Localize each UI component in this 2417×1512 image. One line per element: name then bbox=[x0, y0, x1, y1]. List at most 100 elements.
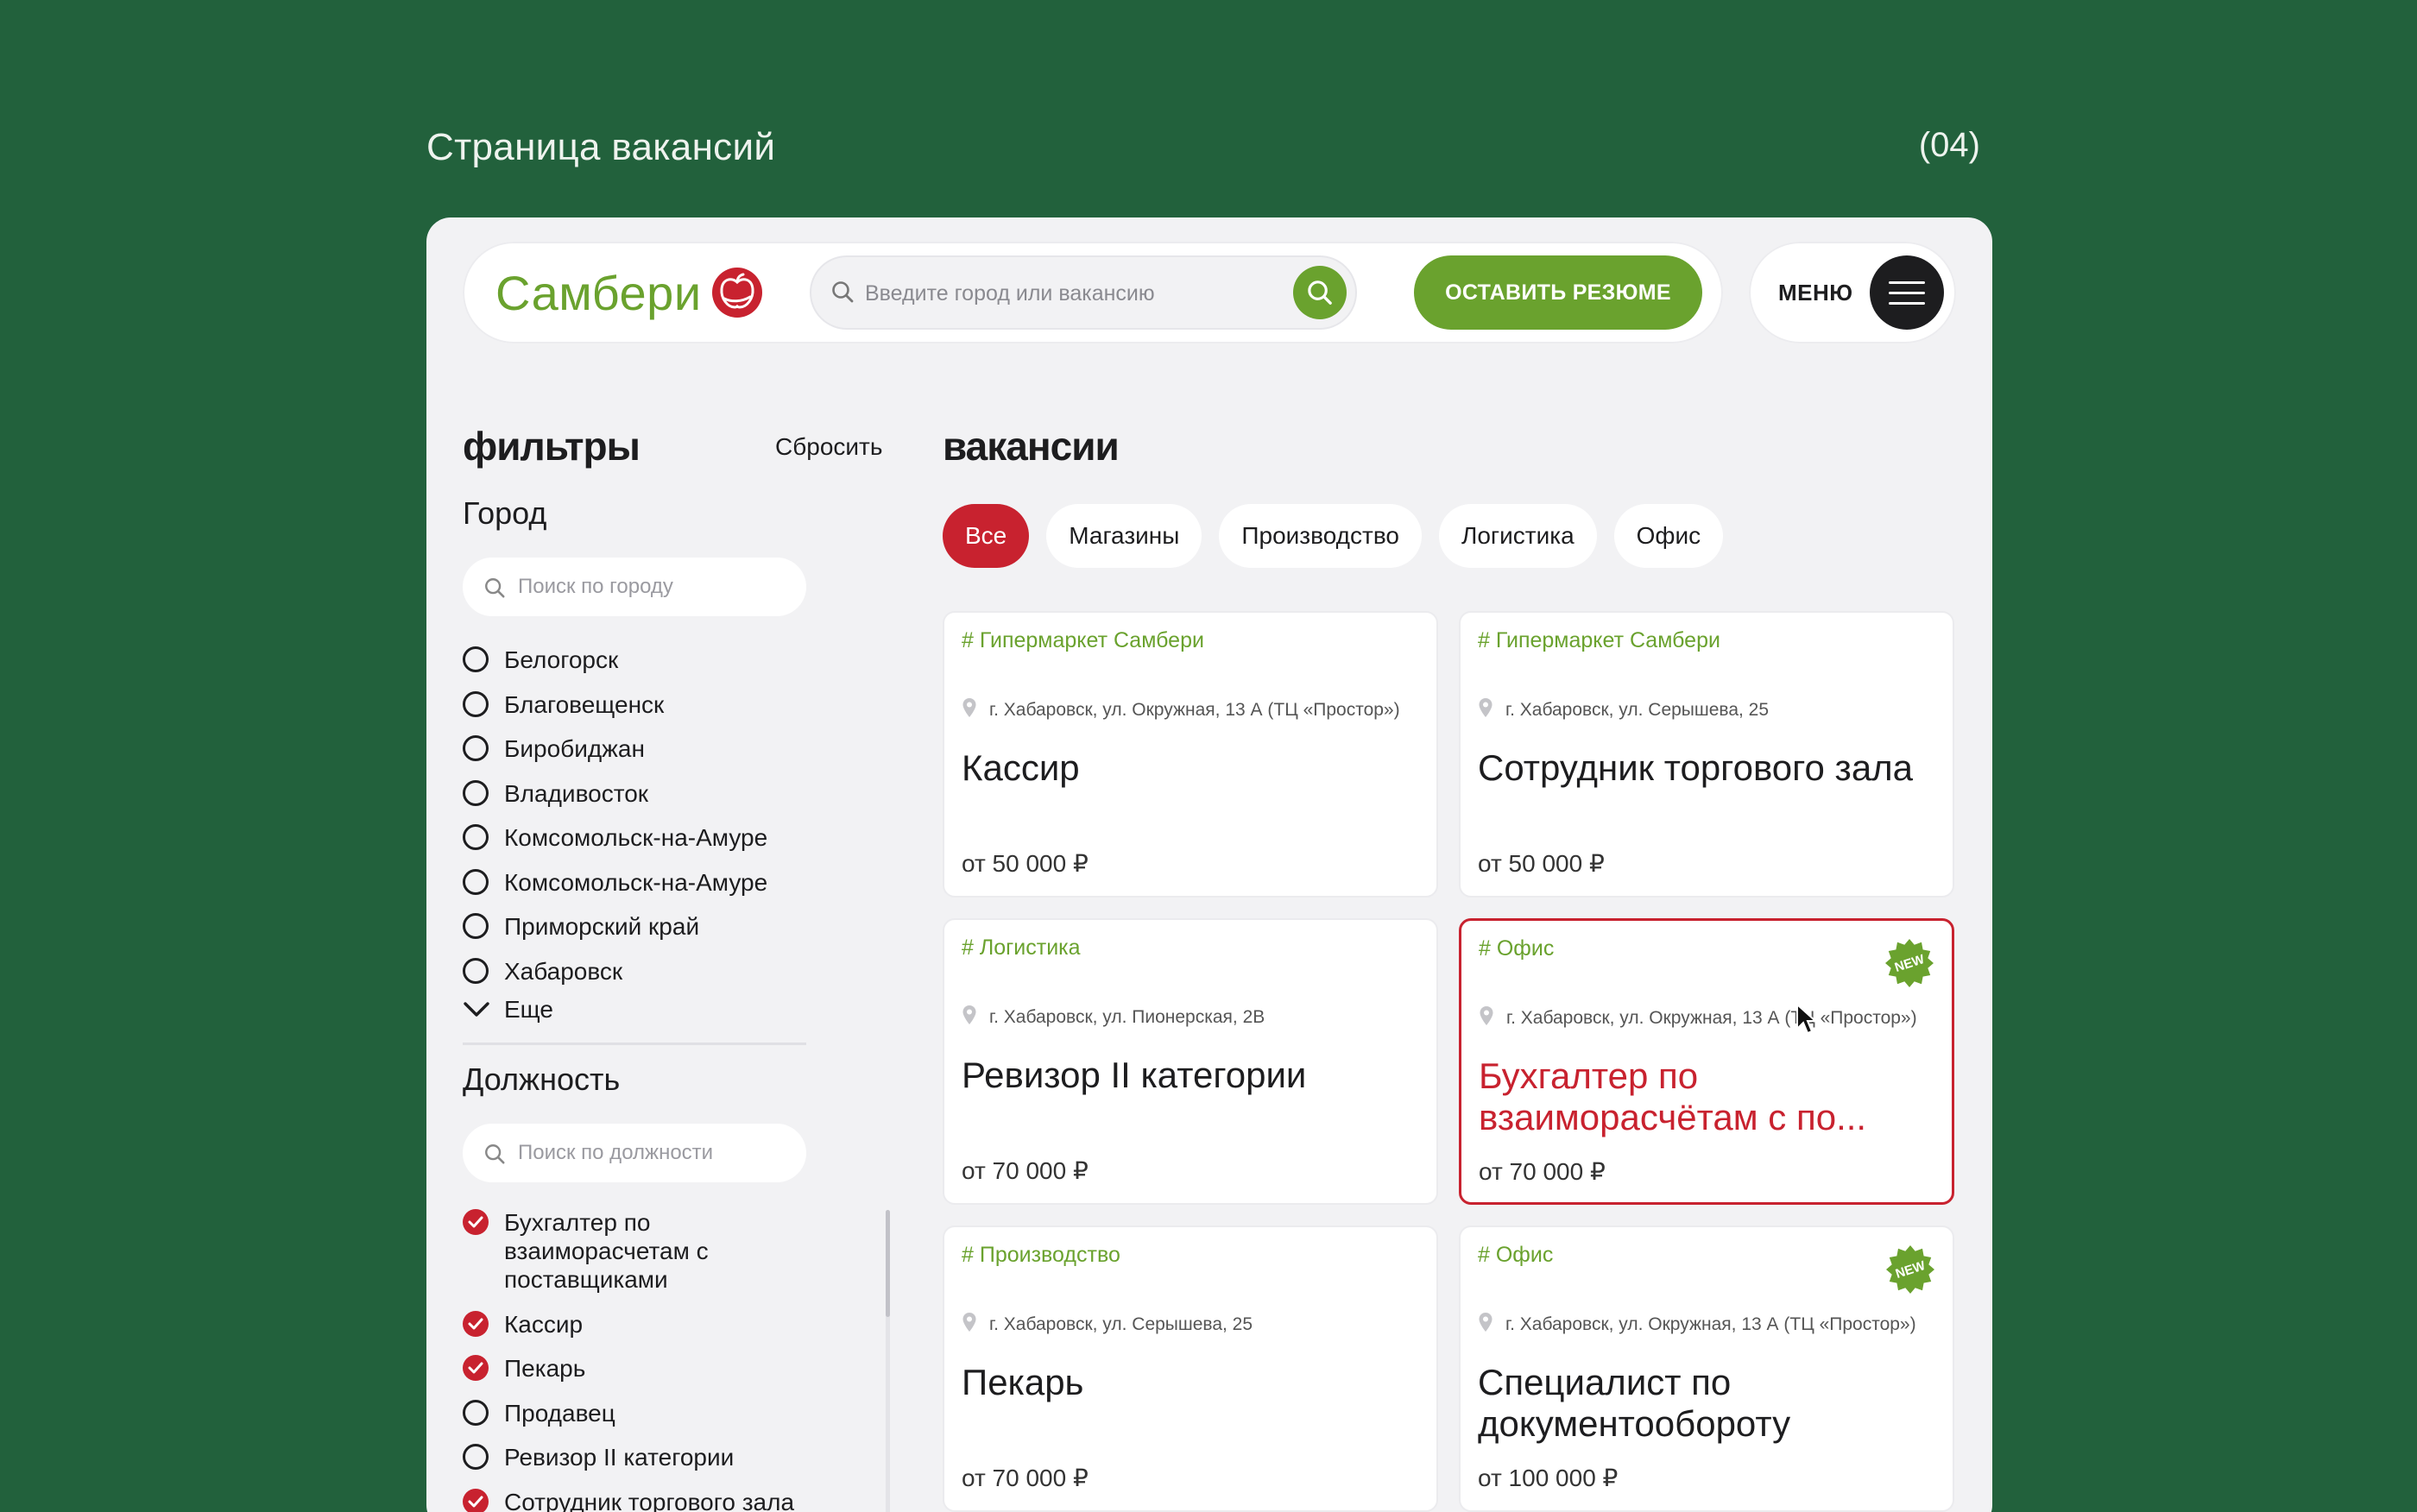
vacancy-title[interactable]: Бухгалтер по взаиморасчётам с по... bbox=[1479, 1055, 1936, 1138]
checked-icon bbox=[463, 1310, 489, 1337]
city-search bbox=[463, 558, 806, 616]
location-pin-icon bbox=[962, 1005, 977, 1030]
vacancy-address: г. Хабаровск, ул. Окружная, 13 А (ТЦ «Пр… bbox=[962, 697, 1400, 723]
logo[interactable]: Самбери bbox=[495, 264, 762, 321]
city-option[interactable]: Приморский край bbox=[463, 912, 806, 941]
unchecked-icon bbox=[463, 1399, 489, 1426]
location-pin-icon bbox=[1478, 697, 1493, 723]
leave-resume-button[interactable]: ОСТАВИТЬ РЕЗЮМЕ bbox=[1414, 255, 1702, 330]
chip-0[interactable]: Все bbox=[943, 504, 1030, 568]
vacancy-card[interactable]: # Производство г. Хабаровск, ул. Серышева… bbox=[943, 1225, 1438, 1512]
position-option[interactable]: Пекарь bbox=[463, 1354, 860, 1383]
radio-icon bbox=[463, 913, 489, 939]
vacancy-card[interactable]: # Гипермаркет Самбери г. Хабаровск, ул. О… bbox=[943, 611, 1438, 898]
browser-frame: Самбери ОСТАВИТЬ РЕЗЮМЕ МЕНЮ фильтры bbox=[426, 217, 1992, 1512]
filters-title: фильтры bbox=[463, 424, 641, 469]
vacancy-salary: от 50 000 ₽ bbox=[1478, 850, 1605, 877]
filters-divider bbox=[463, 1043, 806, 1045]
header-search bbox=[810, 255, 1357, 330]
unchecked-icon bbox=[463, 1444, 489, 1470]
radio-icon bbox=[463, 957, 489, 984]
position-option[interactable]: Продавец bbox=[463, 1399, 860, 1427]
vacancy-address: г. Хабаровск, ул. Окружная, 13 А (ТЦ «Пр… bbox=[1479, 1005, 1917, 1031]
vacancy-card[interactable]: # Гипермаркет Самбери г. Хабаровск, ул. С… bbox=[1459, 611, 1954, 898]
logo-text: Самбери bbox=[495, 265, 702, 320]
city-option[interactable]: Благовещенск bbox=[463, 690, 806, 719]
header-bar: Самбери ОСТАВИТЬ РЕЗЮМЕ bbox=[463, 242, 1723, 343]
vacancy-title[interactable]: Ревизор II категории bbox=[962, 1055, 1419, 1096]
location-pin-icon bbox=[962, 697, 977, 723]
vacancy-title[interactable]: Сотрудник торгового зала bbox=[1478, 747, 1935, 789]
vacancy-tag[interactable]: # Гипермаркет Самбери bbox=[1478, 628, 1720, 653]
chip-4[interactable]: Офис bbox=[1613, 504, 1724, 568]
apple-logo-icon bbox=[711, 268, 762, 318]
checked-icon bbox=[463, 1355, 489, 1381]
position-list: Бухгалтер по взаиморасчетам с поставщика… bbox=[463, 1208, 860, 1512]
radio-icon bbox=[463, 824, 489, 850]
show-more-cities[interactable]: Еще bbox=[463, 996, 553, 1024]
new-badge-icon: NEW bbox=[1884, 938, 1934, 988]
cursor-icon bbox=[1796, 1003, 1818, 1035]
vacancy-salary: от 50 000 ₽ bbox=[962, 850, 1089, 877]
vacancy-address: г. Хабаровск, ул. Серышева, 25 bbox=[962, 1312, 1253, 1338]
search-icon bbox=[483, 1143, 506, 1169]
slide-number: (04) bbox=[1918, 126, 1980, 164]
radio-icon bbox=[463, 735, 489, 761]
city-list: Белогорск Благовещенск Биробиджан Владив… bbox=[463, 646, 806, 1001]
vacancy-tag[interactable]: # Производство bbox=[962, 1243, 1120, 1268]
position-option[interactable]: Кассир bbox=[463, 1310, 860, 1339]
vacancy-title[interactable]: Специалист по документообороту bbox=[1478, 1362, 1935, 1445]
vacancy-card[interactable]: # Офис г. Хабаровск, ул. Окружная, 13 А (… bbox=[1459, 1225, 1954, 1512]
position-filter-label: Должность bbox=[463, 1062, 621, 1097]
city-option[interactable]: Биробиджан bbox=[463, 734, 806, 763]
vacancies-title: вакансии bbox=[943, 424, 1120, 469]
search-submit-button[interactable] bbox=[1293, 266, 1347, 319]
radio-icon bbox=[463, 690, 489, 717]
vacancy-salary: от 70 000 ₽ bbox=[962, 1465, 1089, 1491]
location-pin-icon bbox=[1479, 1005, 1494, 1031]
reset-filters-link[interactable]: Сбросить bbox=[775, 433, 882, 461]
vacancy-grid: # Гипермаркет Самбери г. Хабаровск, ул. О… bbox=[943, 611, 1956, 1512]
location-pin-icon bbox=[1478, 1312, 1493, 1338]
search-input[interactable] bbox=[865, 276, 1279, 311]
vacancy-salary: от 70 000 ₽ bbox=[1479, 1158, 1606, 1185]
city-option[interactable]: Комсомольск-на-Амуре bbox=[463, 823, 806, 852]
checked-icon bbox=[463, 1209, 489, 1235]
vacancy-address: г. Хабаровск, ул. Окружная, 13 А (ТЦ «Пр… bbox=[1478, 1312, 1916, 1338]
radio-icon bbox=[463, 646, 489, 672]
city-option[interactable]: Комсомольск-на-Амуре bbox=[463, 868, 806, 897]
search-icon bbox=[830, 280, 855, 308]
position-option[interactable]: Сотрудник торгового зала bbox=[463, 1488, 860, 1512]
chevron-down-icon bbox=[464, 1002, 489, 1017]
chip-3[interactable]: Логистика bbox=[1438, 504, 1597, 568]
chip-1[interactable]: Магазины bbox=[1046, 504, 1202, 568]
vacancy-tag[interactable]: # Гипермаркет Самбери bbox=[962, 628, 1204, 653]
position-search bbox=[463, 1124, 806, 1182]
vacancy-title[interactable]: Пекарь bbox=[962, 1362, 1419, 1403]
new-badge-icon: NEW bbox=[1885, 1244, 1935, 1295]
city-option[interactable]: Хабаровск bbox=[463, 957, 806, 986]
search-icon bbox=[483, 576, 506, 603]
vacancy-title[interactable]: Кассир bbox=[962, 747, 1419, 789]
vacancy-tag[interactable]: # Офис bbox=[1478, 1243, 1553, 1268]
city-option[interactable]: Владивосток bbox=[463, 779, 806, 808]
radio-icon bbox=[463, 868, 489, 895]
search-icon bbox=[1308, 280, 1332, 305]
city-search-input[interactable] bbox=[518, 571, 794, 602]
vacancy-card[interactable]: # Логистика г. Хабаровск, ул. Пионерская,… bbox=[943, 918, 1438, 1205]
city-option[interactable]: Белогорск bbox=[463, 646, 806, 674]
category-chips: Все Магазины Производство Логистика Офис bbox=[943, 504, 1724, 568]
vacancy-tag[interactable]: # Логистика bbox=[962, 936, 1081, 961]
position-option[interactable]: Ревизор II категории bbox=[463, 1443, 860, 1471]
vacancy-tag[interactable]: # Офис bbox=[1479, 936, 1554, 961]
chip-2[interactable]: Производство bbox=[1219, 504, 1422, 568]
vacancy-card[interactable]: # Офис г. Хабаровск, ул. Окружная, 13 А (… bbox=[1459, 918, 1954, 1205]
vacancy-salary: от 100 000 ₽ bbox=[1478, 1465, 1619, 1491]
position-search-input[interactable] bbox=[518, 1137, 794, 1169]
menu-button[interactable]: МЕНЮ bbox=[1749, 242, 1956, 343]
menu-label: МЕНЮ bbox=[1778, 280, 1853, 306]
position-option[interactable]: Бухгалтер по взаиморасчетам с поставщика… bbox=[463, 1208, 842, 1294]
position-scrollbar[interactable] bbox=[886, 1210, 890, 1317]
vacancy-salary: от 70 000 ₽ bbox=[962, 1157, 1089, 1184]
slide-title: Страница вакансий bbox=[426, 126, 776, 168]
